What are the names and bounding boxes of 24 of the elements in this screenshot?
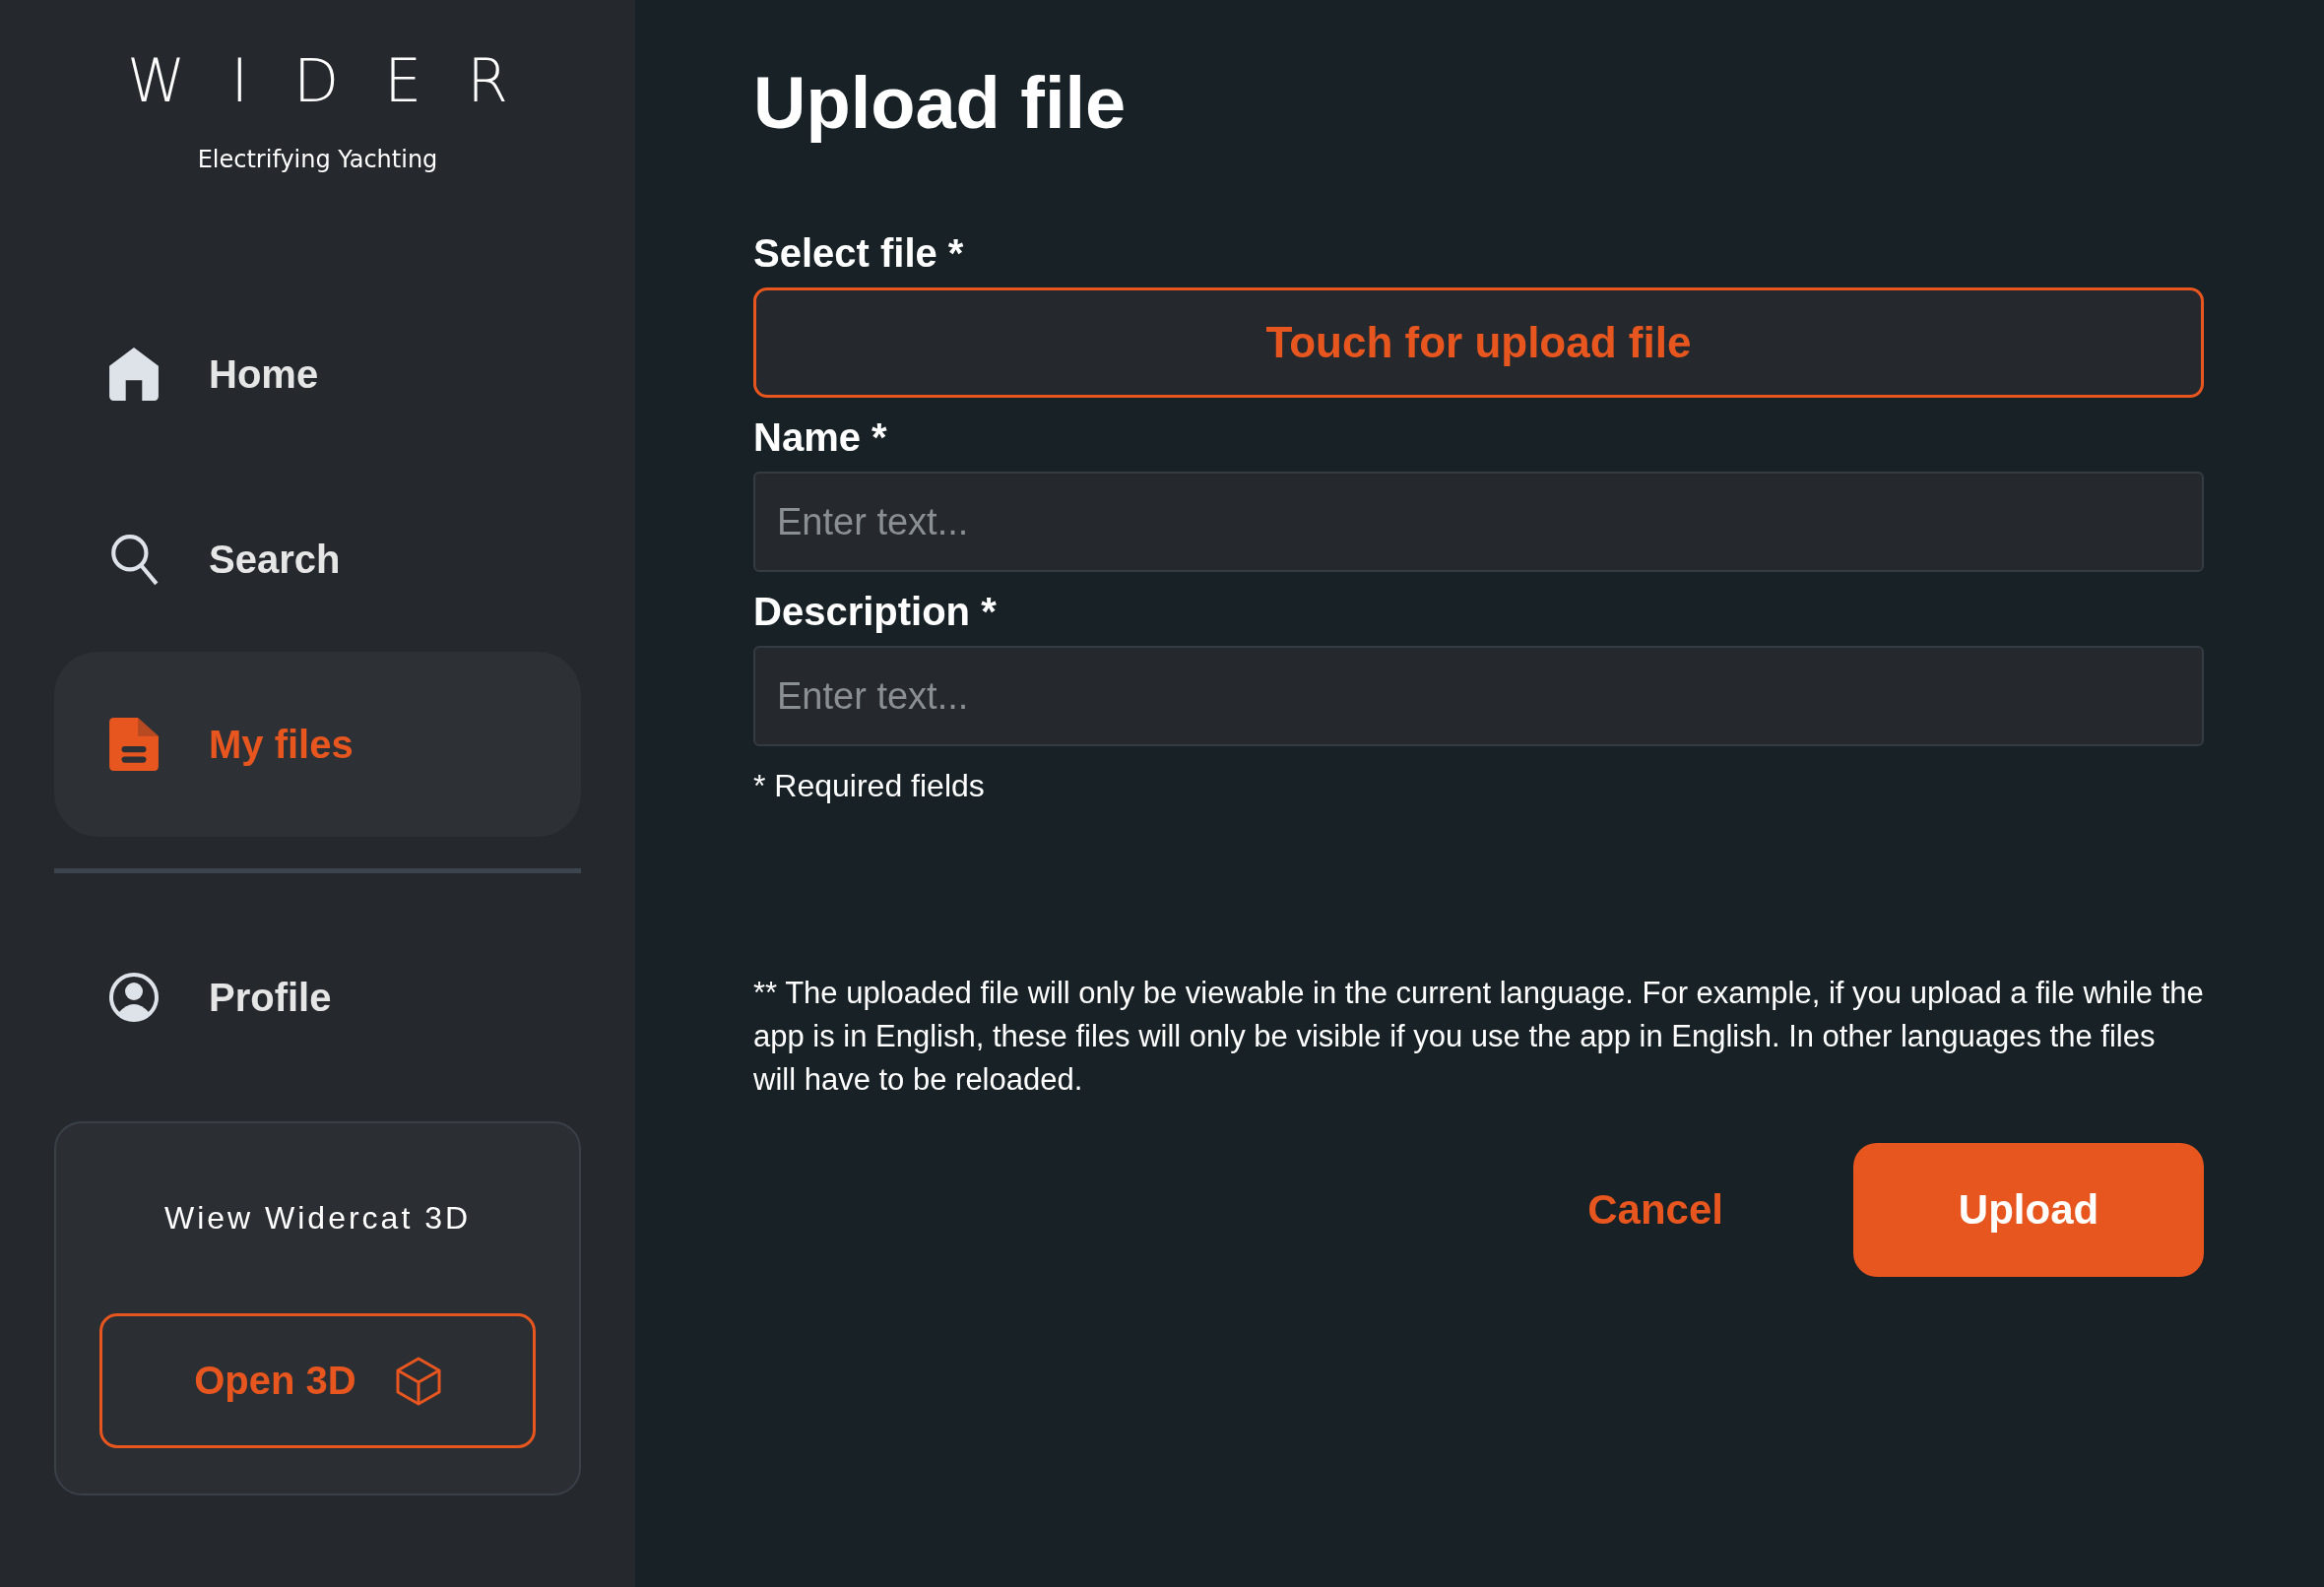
search-icon bbox=[108, 533, 160, 586]
user-icon bbox=[108, 971, 160, 1024]
card-title: Wiew Widercat 3D bbox=[163, 1200, 472, 1237]
cube-icon bbox=[395, 1356, 441, 1406]
required-note: * Required fields bbox=[753, 768, 986, 804]
nav-item[interactable]: Profile bbox=[54, 905, 581, 1090]
language-note: ** The uploaded file will only be viewable in the current language. For example, if you upload a file while the app is in English, these files will only be visible if you use the app in English. In other languages the files will have to be reloaded. bbox=[753, 975, 2204, 1099]
nav-item[interactable]: My files bbox=[54, 652, 581, 837]
upload-button[interactable]: Upload bbox=[1853, 1143, 2204, 1277]
field-label: Name * bbox=[753, 415, 888, 460]
file-upload-button[interactable]: Touch for upload file bbox=[753, 287, 2204, 398]
tagline: Electrifying Yachting bbox=[197, 146, 438, 173]
cancel-button[interactable]: Cancel bbox=[1576, 1143, 1735, 1277]
logo: WIDER bbox=[127, 51, 553, 110]
page-title: Upload file bbox=[753, 61, 1128, 145]
nav-item[interactable]: Search bbox=[54, 467, 581, 652]
nav-item[interactable]: Home bbox=[54, 282, 581, 467]
document-icon bbox=[108, 718, 160, 771]
field-label: Description * bbox=[753, 590, 998, 634]
field-label: Select file * bbox=[753, 231, 965, 276]
input-field[interactable]: Enter text... bbox=[753, 472, 2204, 572]
home-icon bbox=[108, 348, 160, 401]
open-3d-button[interactable]: Open 3D bbox=[99, 1313, 536, 1448]
input-field[interactable]: Enter text... bbox=[753, 646, 2204, 746]
